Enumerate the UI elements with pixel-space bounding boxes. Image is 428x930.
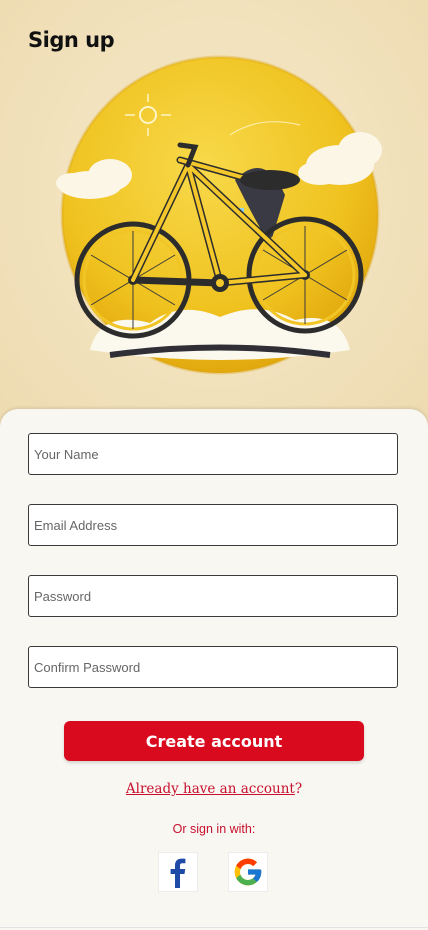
login-link-suffix: ? (294, 781, 303, 797)
name-field[interactable] (28, 433, 398, 475)
google-signin-button[interactable] (228, 852, 268, 892)
or-sign-in-with-label: Or sign in with: (172, 822, 256, 836)
email-field[interactable] (28, 504, 398, 546)
bicycle-illustration (56, 55, 382, 375)
already-have-account: Already have an account? (0, 781, 428, 797)
login-link[interactable]: Already have an account (126, 781, 295, 797)
page-title: Sign up (28, 28, 115, 52)
create-account-button[interactable]: Create account (64, 721, 364, 761)
confirm-password-field[interactable] (28, 646, 398, 688)
facebook-icon (170, 858, 186, 888)
bottom-divider (0, 927, 428, 928)
facebook-signin-button[interactable] (158, 852, 198, 892)
google-icon (234, 858, 262, 886)
password-field[interactable] (28, 575, 398, 617)
